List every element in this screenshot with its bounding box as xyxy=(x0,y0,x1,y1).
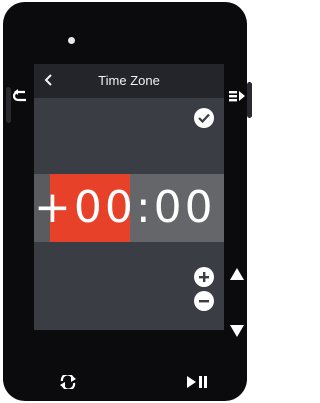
triangle-down-icon[interactable] xyxy=(229,324,245,338)
increase-button[interactable] xyxy=(194,267,214,287)
page-title: Time Zone xyxy=(98,73,160,88)
right-side-button xyxy=(247,82,252,118)
light-sensor xyxy=(68,37,75,44)
device-screen: Time Zone +00:00 xyxy=(34,64,224,330)
minus-icon xyxy=(199,300,209,303)
loop-arrows-icon[interactable] xyxy=(58,374,78,390)
left-side-button xyxy=(6,87,11,123)
play-pause-icon[interactable] xyxy=(186,374,210,390)
screen-header: Time Zone xyxy=(34,64,224,98)
time-zone-value[interactable]: +00:00 xyxy=(34,174,216,242)
triangle-up-icon[interactable] xyxy=(229,267,245,281)
checkmark-icon xyxy=(198,113,210,123)
decrease-button[interactable] xyxy=(194,291,214,311)
plus-icon xyxy=(199,272,209,282)
menu-arrow-icon[interactable] xyxy=(228,89,246,103)
return-arrow-icon[interactable] xyxy=(12,89,30,103)
confirm-button[interactable] xyxy=(194,108,214,128)
